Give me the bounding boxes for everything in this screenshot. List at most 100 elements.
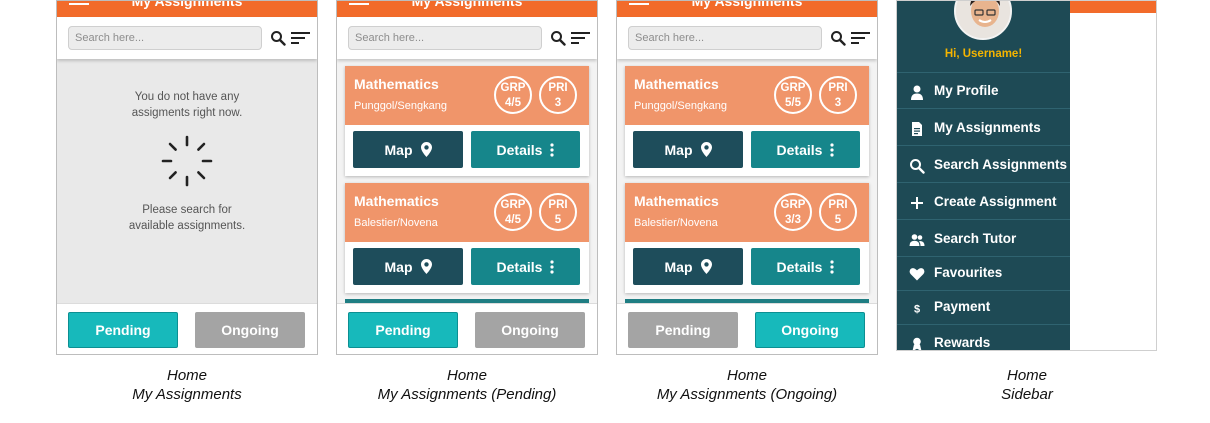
ongoing-tab-button[interactable]: Ongoing	[475, 312, 585, 348]
primary-badge-label: PRI	[548, 199, 568, 211]
empty-message-top: You do not have any assigments right now…	[57, 89, 317, 121]
app-header-edge	[1070, 1, 1156, 13]
sidebar-item-my-profile[interactable]: My Profile	[897, 73, 1070, 109]
details-button-label: Details	[496, 141, 543, 158]
empty-line-1: You do not have any	[134, 91, 240, 103]
header-title: My Assignments	[411, 1, 523, 9]
sidebar-item-my-assignments[interactable]: My Assignments	[897, 110, 1070, 146]
header-title: My Assignments	[131, 1, 243, 9]
navigation-drawer: Hi, Username! My Profile My Assignments …	[897, 1, 1070, 350]
assignment-list: Mathematics Punggol/Sengkang GRP 5/5 PRI 3…	[617, 59, 877, 303]
card-location: Punggol/Sengkang	[354, 100, 447, 112]
sort-filter-icon[interactable]	[291, 30, 311, 46]
map-button-label: Map	[664, 141, 693, 158]
group-badge: GRP 4/5	[494, 76, 532, 114]
card-location: Punggol/Sengkang	[634, 100, 727, 112]
pending-tab-button[interactable]: Pending	[348, 312, 458, 348]
sidebar-item-rewards[interactable]: Rewards	[897, 325, 1070, 350]
svg-text:$: $	[914, 304, 920, 316]
group-badge-label: GRP	[780, 199, 806, 211]
search-bar	[57, 17, 317, 59]
plus-icon	[911, 197, 923, 209]
award-icon	[912, 337, 922, 350]
screen-sidebar: Hi, Username! My Profile My Assignments …	[896, 0, 1157, 351]
caption-line-2: My Assignments	[132, 386, 242, 403]
user-avatar[interactable]	[954, 1, 1012, 40]
details-button[interactable]: Details	[751, 131, 860, 168]
caption-my-assignments: Home My Assignments	[56, 366, 318, 404]
map-button[interactable]: Map	[353, 131, 463, 168]
details-button[interactable]: Details	[471, 248, 580, 285]
search-input[interactable]	[628, 26, 822, 50]
caption-line-1: Home	[1006, 367, 1047, 384]
search-input[interactable]	[348, 26, 542, 50]
details-button[interactable]: Details	[471, 131, 580, 168]
tab-bar: Pending Ongoing	[57, 303, 317, 354]
details-button[interactable]: Details	[751, 248, 860, 285]
sidebar-item-label: Rewards	[934, 335, 991, 350]
location-pin-icon	[420, 142, 432, 157]
dollar-icon: $	[914, 304, 920, 316]
empty-line-2: assigments right now.	[131, 107, 243, 119]
sidebar-item-label: My Assignments	[934, 120, 1041, 135]
avatar-photo-icon	[956, 1, 1010, 38]
assignment-card[interactable]: Mathematics Punggol/Sengkang GRP 5/5 PRI 3…	[625, 66, 869, 176]
empty-line-3: Please search for	[142, 204, 232, 216]
primary-badge-label: PRI	[548, 82, 568, 94]
sort-filter-icon[interactable]	[851, 30, 871, 46]
sidebar-item-favourites[interactable]: Favourites	[897, 255, 1070, 291]
group-badge-label: GRP	[500, 82, 526, 94]
pending-tab-button[interactable]: Pending	[628, 312, 738, 348]
tab-bar: Pending Ongoing	[337, 303, 597, 354]
more-vertical-icon	[550, 259, 555, 274]
primary-badge-label: PRI	[828, 199, 848, 211]
primary-badge-value: 5	[554, 214, 562, 226]
people-icon	[909, 234, 925, 246]
group-badge-value: 4/5	[505, 214, 521, 226]
sidebar-item-search-tutor[interactable]: Search Tutor	[897, 221, 1070, 257]
assignment-card[interactable]: Mathematics Punggol/Sengkang GRP 4/5 PRI 3…	[345, 66, 589, 176]
primary-level-badge: PRI 3	[539, 76, 577, 114]
person-icon	[911, 85, 923, 100]
group-badge-label: GRP	[780, 82, 806, 94]
heart-icon	[909, 268, 925, 281]
assignment-card[interactable]: Mathematics Balestier/Novena GRP 3/3 PRI 5…	[625, 183, 869, 293]
header-title: My Assignments	[691, 1, 803, 9]
app-header: My Assignments	[617, 1, 877, 17]
search-icon[interactable]	[550, 30, 566, 46]
map-button[interactable]: Map	[633, 131, 743, 168]
ongoing-tab-button[interactable]: Ongoing	[195, 312, 305, 348]
group-badge-label: GRP	[500, 199, 526, 211]
storyboard: My Assignments You do not have any assig…	[0, 0, 1210, 423]
primary-badge-value: 5	[834, 214, 842, 226]
sidebar-item-search-assignments[interactable]: Search Assignments	[897, 147, 1070, 183]
app-header: My Assignments	[337, 1, 597, 17]
sidebar-item-payment[interactable]: $ Payment	[897, 289, 1070, 325]
sidebar-item-label: Search Assignments	[934, 157, 1068, 172]
sidebar-item-create-assignment[interactable]: Create Assignment	[897, 184, 1070, 220]
map-button[interactable]: Map	[633, 248, 743, 285]
caption-my-assignments-pending: Home My Assignments (Pending)	[336, 366, 598, 404]
details-button-label: Details	[776, 141, 823, 158]
pending-tab-button[interactable]: Pending	[68, 312, 178, 348]
sort-filter-icon[interactable]	[571, 30, 591, 46]
search-input[interactable]	[68, 26, 262, 50]
search-icon[interactable]	[270, 30, 286, 46]
search-bar	[337, 17, 597, 59]
search-bar	[617, 17, 877, 59]
details-button-label: Details	[776, 258, 823, 275]
user-greeting: Hi, Username!	[944, 48, 1023, 60]
caption-sidebar: Home Sidebar	[896, 366, 1158, 404]
assignment-list: Mathematics Punggol/Sengkang GRP 4/5 PRI 3…	[337, 59, 597, 303]
map-button[interactable]: Map	[353, 248, 463, 285]
sidebar-item-label: Create Assignment	[934, 194, 1057, 209]
caption-line-1: Home	[166, 367, 207, 384]
app-header: My Assignments	[57, 1, 317, 17]
card-subject: Mathematics	[634, 193, 719, 209]
primary-level-badge: PRI 3	[819, 76, 857, 114]
location-pin-icon	[420, 259, 432, 274]
assignment-card[interactable]: Mathematics Balestier/Novena GRP 4/5 PRI 5…	[345, 183, 589, 293]
search-icon[interactable]	[830, 30, 846, 46]
card-subject: Mathematics	[354, 193, 439, 209]
ongoing-tab-button[interactable]: Ongoing	[755, 312, 865, 348]
